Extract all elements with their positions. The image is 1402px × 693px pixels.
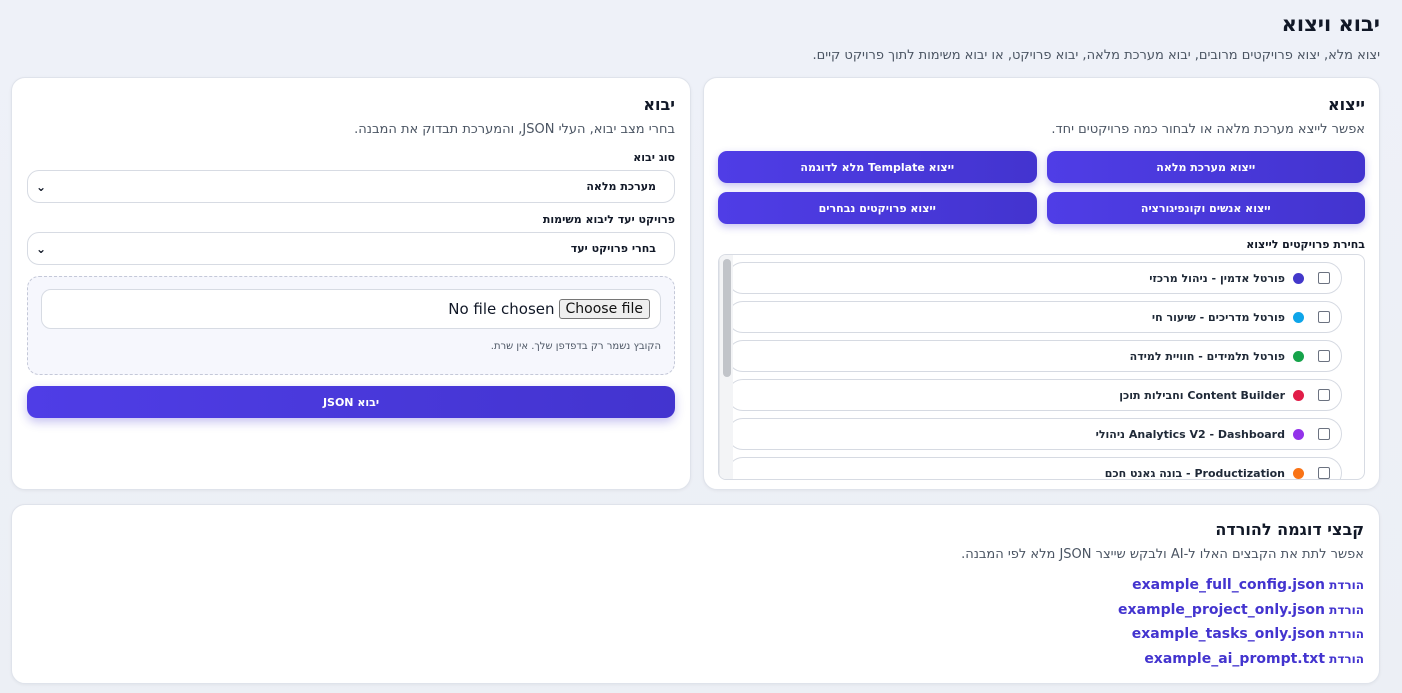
export-subtitle: אפשר לייצא מערכת מלאה או לבחור כמה פרויק… — [1051, 122, 1365, 137]
scrollbar-thumb[interactable] — [723, 259, 731, 377]
export-title: ייצוא — [1327, 95, 1365, 114]
import-json-button[interactable]: יבוא JSON — [27, 386, 675, 418]
project-list[interactable]: פורטל אדמין - ניהול מרכזי פורטל מדריכים … — [718, 254, 1365, 480]
export-buttons: ייצוא מערכת מלאה ייצוא Template מלא לדוג… — [718, 151, 1365, 224]
project-label: פורטל מדריכים - שיעור חי — [1151, 310, 1285, 324]
project-color-dot — [1293, 467, 1304, 479]
download-prefix: הורדת — [1329, 627, 1364, 641]
scrollbar-track[interactable] — [719, 255, 733, 479]
local-storage-note: הקובץ נשמר רק בדפדפן שלך. אין שרת. — [490, 341, 661, 352]
page-subtitle: יצוא מלא, יצוא פרויקטים מרובים, יבוא מער… — [812, 48, 1380, 63]
project-checkbox[interactable] — [1318, 467, 1330, 479]
project-item[interactable]: Productization - בונה גאנט חכם — [727, 457, 1342, 480]
download-list: הורדת example_full_config.json הורדת exa… — [27, 576, 1364, 669]
project-label: פורטל תלמידים - חוויית למידה — [1129, 349, 1285, 363]
download-link[interactable]: example_tasks_only.json — [1132, 626, 1325, 642]
import-type-label: סוג יבוא — [633, 151, 675, 164]
project-item[interactable]: פורטל תלמידים - חוויית למידה — [727, 340, 1342, 372]
project-label: Analytics V2 - Dashboard ניהולי — [1095, 427, 1285, 441]
download-row: הורדת example_project_only.json — [27, 601, 1364, 621]
import-type-select[interactable]: מערכת מלאה ⌄ — [27, 170, 675, 203]
project-checkbox[interactable] — [1318, 389, 1330, 401]
download-prefix: הורדת — [1329, 651, 1364, 666]
samples-subtitle: אפשר לתת את הקבצים האלו ל-AI ולבקש שייצר… — [961, 547, 1364, 562]
project-color-dot — [1293, 311, 1304, 323]
import-title: יבוא — [643, 95, 675, 114]
project-checkbox[interactable] — [1318, 311, 1330, 323]
project-checkbox[interactable] — [1318, 272, 1330, 284]
download-link[interactable]: example_full_config.json — [1132, 577, 1325, 593]
project-label: Content Builder וחבילות תוכן — [1119, 388, 1285, 402]
download-prefix: הורדת — [1329, 578, 1364, 592]
file-dropzone[interactable]: Choose file No file chosen הקובץ נשמר רק… — [27, 276, 675, 375]
choose-file-button[interactable]: Choose file — [558, 299, 650, 319]
project-item[interactable]: Content Builder וחבילות תוכן — [727, 379, 1342, 411]
samples-title: קבצי דוגמה להורדה — [1215, 520, 1364, 539]
project-checkbox[interactable] — [1318, 428, 1330, 440]
page-header: יבוא ויצוא יצוא מלא, יצוא פרויקטים מרובי… — [22, 10, 1380, 63]
download-row: הורדת example_ai_prompt.txt — [27, 650, 1364, 670]
project-label: Productization - בונה גאנט חכם — [1104, 466, 1285, 480]
project-color-dot — [1293, 428, 1304, 440]
project-checkbox[interactable] — [1318, 350, 1330, 362]
samples-card: קבצי דוגמה להורדה אפשר לתת את הקבצים האל… — [11, 504, 1380, 684]
export-full-system-button[interactable]: ייצוא מערכת מלאה — [1046, 151, 1365, 183]
project-color-dot — [1293, 272, 1304, 284]
project-color-dot — [1293, 350, 1304, 362]
project-color-dot — [1293, 389, 1304, 401]
export-card: ייצוא אפשר לייצא מערכת מלאה או לבחור כמה… — [703, 77, 1380, 490]
download-row: הורדת example_full_config.json — [27, 576, 1364, 596]
project-list-label: בחירת פרויקטים לייצוא — [1246, 238, 1365, 251]
export-selected-projects-button[interactable]: ייצוא פרויקטים נבחרים — [718, 192, 1037, 224]
chevron-down-icon: ⌄ — [36, 179, 47, 194]
import-card: יבוא בחרי מצב יבוא, העלי JSON, והמערכת ת… — [11, 77, 691, 490]
file-status: No file chosen — [448, 300, 555, 318]
project-item[interactable]: פורטל אדמין - ניהול מרכזי — [727, 262, 1342, 294]
import-type-value: מערכת מלאה — [586, 180, 656, 193]
target-project-select[interactable]: בחרי פרויקט יעד ⌄ — [27, 232, 675, 265]
project-label: פורטל אדמין - ניהול מרכזי — [1149, 271, 1285, 285]
download-link[interactable]: example_project_only.json — [1118, 602, 1325, 618]
page-title: יבוא ויצוא — [1281, 12, 1380, 36]
download-row: הורדת example_tasks_only.json — [27, 625, 1364, 645]
import-subtitle: בחרי מצב יבוא, העלי JSON, והמערכת תבדוק … — [354, 122, 675, 137]
download-prefix: הורדת — [1329, 602, 1364, 617]
export-people-config-button[interactable]: ייצוא אנשים וקונפיגורציה — [1046, 192, 1365, 224]
project-item[interactable]: Analytics V2 - Dashboard ניהולי — [727, 418, 1342, 450]
chevron-down-icon: ⌄ — [36, 241, 47, 256]
export-template-example-button[interactable]: ייצוא Template מלא לדוגמה — [718, 151, 1037, 183]
file-input[interactable]: Choose file No file chosen — [41, 289, 661, 329]
target-project-value: בחרי פרויקט יעד — [570, 242, 656, 255]
project-item[interactable]: פורטל מדריכים - שיעור חי — [727, 301, 1342, 333]
download-link[interactable]: example_ai_prompt.txt — [1144, 651, 1325, 667]
target-project-label: פרויקט יעד ליבוא משימות — [542, 213, 675, 226]
